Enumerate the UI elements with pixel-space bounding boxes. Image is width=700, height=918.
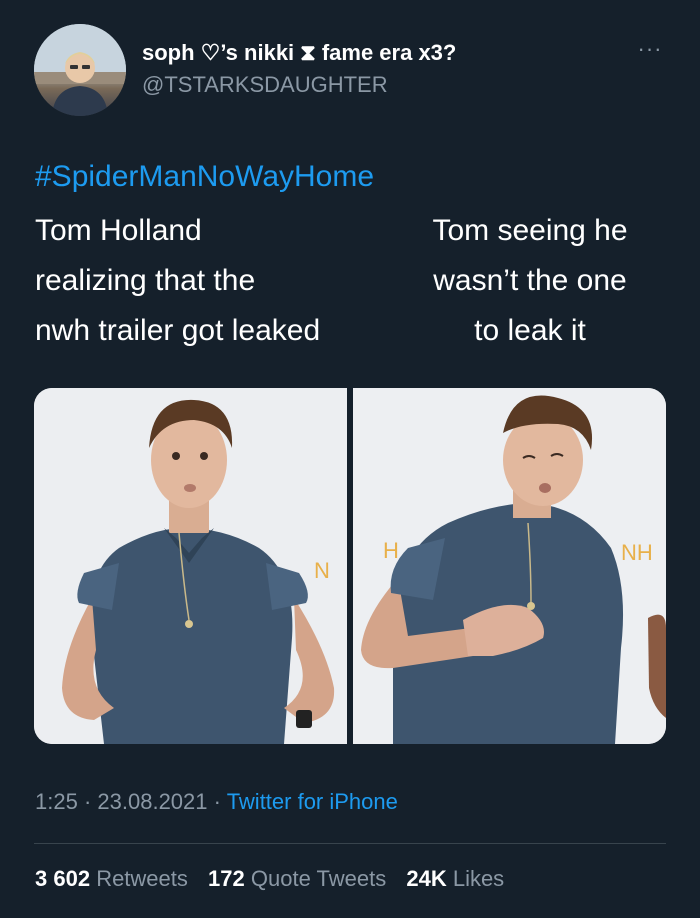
meta-separator: · <box>83 789 92 814</box>
quote-tweets-stat[interactable]: 172 Quote Tweets <box>208 866 392 891</box>
hashtag-link[interactable]: #SpiderManNoWayHome <box>35 160 374 194</box>
likes-label: Likes <box>452 866 505 891</box>
tweet-date[interactable]: 23.08.2021 <box>97 789 207 814</box>
user-handle[interactable]: @TSTARKSDAUGHTER <box>142 72 388 98</box>
photo-right-image: H NH <box>353 388 666 744</box>
backdrop-letters: NH <box>621 540 653 565</box>
tweet-meta: 1:25 · 23.08.2021 · Twitter for iPhone <box>35 789 398 815</box>
retweets-stat[interactable]: 3 602 Retweets <box>35 866 194 891</box>
tweet-text-line: nwh trailer got leaked <box>35 314 321 347</box>
backdrop-letter: N <box>314 558 330 583</box>
tweet-stats: 3 602 Retweets 172 Quote Tweets 24K Like… <box>35 866 518 892</box>
photo-right[interactable]: H NH <box>353 388 666 744</box>
quote-tweets-label: Quote Tweets <box>250 866 387 891</box>
retweets-count: 3 602 <box>35 866 91 891</box>
tweet-text-right: Tom seeing he wasn’t the one to leak it <box>390 206 670 356</box>
tweet-text-line: Tom Holland <box>35 214 202 247</box>
media-grid: N H NH <box>34 388 666 744</box>
tweet-text-line: wasn’t the one <box>433 264 627 297</box>
quote-tweets-count: 172 <box>208 866 245 891</box>
likes-stat[interactable]: 24K Likes <box>406 866 504 891</box>
meta-separator: · <box>213 789 221 814</box>
more-dots-icon[interactable]: ··· <box>630 38 670 66</box>
backdrop-letter: H <box>383 538 399 563</box>
retweets-label: Retweets <box>96 866 188 891</box>
tweet-time[interactable]: 1:25 <box>35 789 78 814</box>
tweet-text-line: to leak it <box>474 314 586 347</box>
avatar[interactable] <box>34 24 126 116</box>
avatar-photo <box>34 24 126 116</box>
photo-left[interactable]: N <box>34 388 347 744</box>
display-name[interactable]: soph ♡’s nikki ⧗ fame era x3? <box>142 40 456 66</box>
tweet-text-left: Tom Holland realizing that the nwh trail… <box>35 206 320 356</box>
divider <box>34 843 666 844</box>
tweet-source-link[interactable]: Twitter for iPhone <box>227 789 398 814</box>
tweet-text-line: realizing that the <box>35 264 256 297</box>
tweet-text-line: Tom seeing he <box>432 214 628 247</box>
photo-left-image: N <box>34 388 347 744</box>
tweet-card: soph ♡’s nikki ⧗ fame era x3? @TSTARKSDA… <box>0 0 700 918</box>
likes-count: 24K <box>406 866 447 891</box>
